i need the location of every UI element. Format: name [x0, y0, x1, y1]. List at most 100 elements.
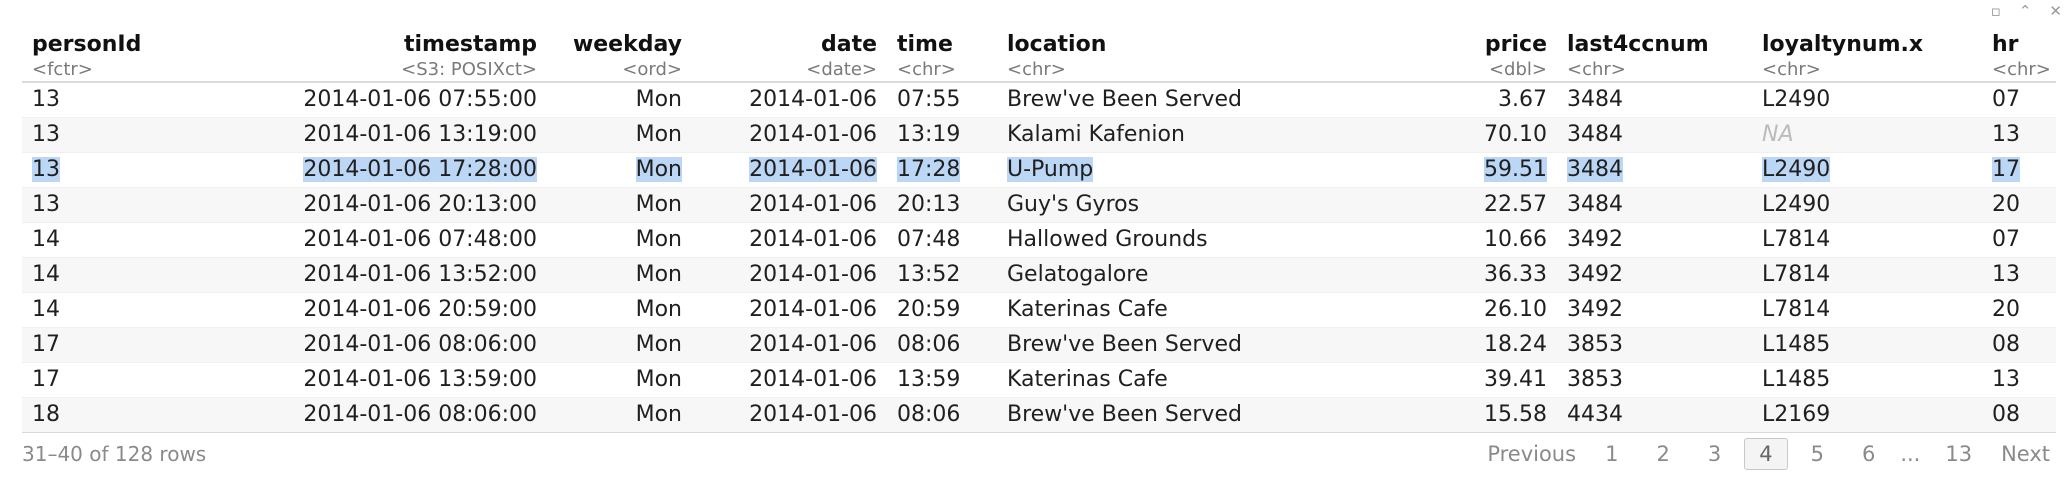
cell-value: Mon — [635, 192, 682, 217]
table-cell: 2014-01-06 — [692, 117, 887, 153]
cell-value: 26.10 — [1484, 297, 1547, 322]
table-row[interactable]: 14 2014-01-06 20:59:00 Mon 2014-01-06 20:59 K… — [22, 293, 2056, 328]
table-cell: 3484 — [1557, 117, 1752, 153]
table-cell: Mon — [547, 117, 692, 153]
table-cell: Brew've Been Served — [997, 82, 1417, 118]
table-cell: 07 — [1982, 223, 2056, 258]
table-cell: L7814 — [1752, 257, 1982, 293]
cell-value: 2014-01-06 — [749, 297, 877, 322]
page-button-2[interactable]: 2 — [1641, 438, 1684, 470]
data-table-container: personId <fctr> timestamp <S3: POSIXct> week… — [22, 22, 2056, 433]
table-cell: 2014-01-06 08:06:00 — [277, 397, 547, 433]
cell-value: 13 — [32, 87, 60, 112]
table-row[interactable]: 13 2014-01-06 07:55:00 Mon 2014-01-06 07:55 B… — [22, 82, 2056, 118]
cell-value: 2014-01-06 — [749, 262, 877, 287]
column-header-6[interactable]: price <dbl> — [1417, 22, 1557, 82]
page-button-4-current[interactable]: 4 — [1744, 438, 1788, 470]
cell-value: 2014-01-06 07:48:00 — [303, 227, 537, 252]
column-header-9[interactable]: hr <chr> — [1982, 22, 2056, 82]
table-cell: 39.41 — [1417, 363, 1557, 398]
table-cell: Gelatogalore — [997, 257, 1417, 293]
cell-value: L2490 — [1762, 157, 1831, 182]
cell-value: 4434 — [1567, 402, 1623, 427]
cell-value: L2169 — [1762, 402, 1831, 427]
table-cell: 2014-01-06 — [692, 257, 887, 293]
table-row[interactable]: 17 2014-01-06 08:06:00 Mon 2014-01-06 08:06 B… — [22, 327, 2056, 363]
cell-value: 08:06 — [897, 402, 961, 427]
table-cell: 3492 — [1557, 293, 1752, 328]
table-cell: 2014-01-06 20:59:00 — [277, 293, 547, 328]
cell-value: 17:28 — [897, 157, 961, 182]
cell-value: 13 — [1992, 122, 2020, 147]
table-cell: L2490 — [1752, 153, 1982, 188]
table-cell: 20:59 — [887, 293, 997, 328]
close-icon[interactable]: ✕ — [2049, 3, 2062, 19]
cell-value: 13:52 — [897, 262, 961, 287]
cell-value: Mon — [635, 262, 682, 287]
table-cell: 2014-01-06 — [692, 363, 887, 398]
page-button-1[interactable]: 1 — [1590, 438, 1633, 470]
cell-value: 07:48 — [897, 227, 961, 252]
column-name: time — [897, 32, 953, 57]
cell-value: 3853 — [1567, 332, 1623, 357]
table-cell: 2014-01-06 — [692, 293, 887, 328]
column-header-8[interactable]: loyaltynum.x <chr> — [1752, 22, 1982, 82]
table-cell: 07:48 — [887, 223, 997, 258]
table-cell: Mon — [547, 153, 692, 188]
cell-value: 22.57 — [1484, 192, 1547, 217]
cell-value: 2014-01-06 — [749, 402, 877, 427]
column-name: hr — [1992, 32, 2019, 57]
table-row[interactable]: 14 2014-01-06 13:52:00 Mon 2014-01-06 13:52 G… — [22, 257, 2056, 293]
table-cell: 07:55 — [887, 82, 997, 118]
cell-value: L2490 — [1762, 192, 1831, 217]
cell-value: 3484 — [1567, 157, 1623, 182]
cell-value: 18 — [32, 402, 60, 427]
table-cell: 22.57 — [1417, 187, 1557, 223]
page-button-5[interactable]: 5 — [1796, 438, 1839, 470]
cell-value: Mon — [635, 367, 682, 392]
cell-value: 3492 — [1567, 262, 1623, 287]
column-header-1[interactable]: timestamp <S3: POSIXct> — [277, 22, 547, 82]
column-type: <chr> — [1007, 59, 1066, 80]
expand-icon[interactable]: ▫ — [1991, 3, 2001, 19]
page-button-13[interactable]: 13 — [1930, 438, 1987, 470]
next-page-button[interactable]: Next — [1995, 439, 2056, 469]
table-cell: Mon — [547, 187, 692, 223]
table-row[interactable]: 13 2014-01-06 17:28:00 Mon 2014-01-06 17:28 U… — [22, 153, 2056, 188]
table-row[interactable]: 17 2014-01-06 13:59:00 Mon 2014-01-06 13:59 K… — [22, 363, 2056, 398]
table-row[interactable]: 13 2014-01-06 20:13:00 Mon 2014-01-06 20:13 G… — [22, 187, 2056, 223]
table-cell: 2014-01-06 13:19:00 — [277, 117, 547, 153]
cell-value: Katerinas Cafe — [1007, 297, 1168, 322]
cell-value: Mon — [635, 297, 682, 322]
cell-value: 10.66 — [1484, 227, 1547, 252]
column-name: date — [820, 32, 877, 57]
table-row[interactable]: 18 2014-01-06 08:06:00 Mon 2014-01-06 08:06 B… — [22, 397, 2056, 433]
table-cell: 3.67 — [1417, 82, 1557, 118]
table-cell: 2014-01-06 — [692, 82, 887, 118]
page-button-6[interactable]: 6 — [1847, 438, 1890, 470]
column-header-2[interactable]: weekday <ord> — [547, 22, 692, 82]
cell-value: 14 — [32, 262, 60, 287]
cell-value: 14 — [32, 297, 60, 322]
column-header-5[interactable]: location <chr> — [997, 22, 1417, 82]
table-row[interactable]: 14 2014-01-06 07:48:00 Mon 2014-01-06 07:48 H… — [22, 223, 2056, 258]
table-row[interactable]: 13 2014-01-06 13:19:00 Mon 2014-01-06 13:19 K… — [22, 117, 2056, 153]
row-range-info: 31–40 of 128 rows — [22, 442, 207, 466]
table-cell: 4434 — [1557, 397, 1752, 433]
column-header-3[interactable]: date <date> — [692, 22, 887, 82]
column-header-0[interactable]: personId <fctr> — [22, 22, 277, 82]
column-name: weekday — [572, 32, 682, 57]
column-header-4[interactable]: time <chr> — [887, 22, 997, 82]
table-cell: 26.10 — [1417, 293, 1557, 328]
collapse-icon[interactable]: ⌃ — [2019, 3, 2032, 19]
column-name: personId — [32, 32, 142, 57]
table-cell: 17 — [22, 327, 277, 363]
cell-value: L1485 — [1762, 367, 1831, 392]
page-button-3[interactable]: 3 — [1693, 438, 1736, 470]
previous-page-button[interactable]: Previous — [1481, 439, 1582, 469]
table-cell: 3492 — [1557, 223, 1752, 258]
cell-value: 08:06 — [897, 332, 961, 357]
cell-value: 13 — [1992, 367, 2020, 392]
cell-value: 2014-01-06 — [749, 122, 877, 147]
column-header-7[interactable]: last4ccnum <chr> — [1557, 22, 1752, 82]
